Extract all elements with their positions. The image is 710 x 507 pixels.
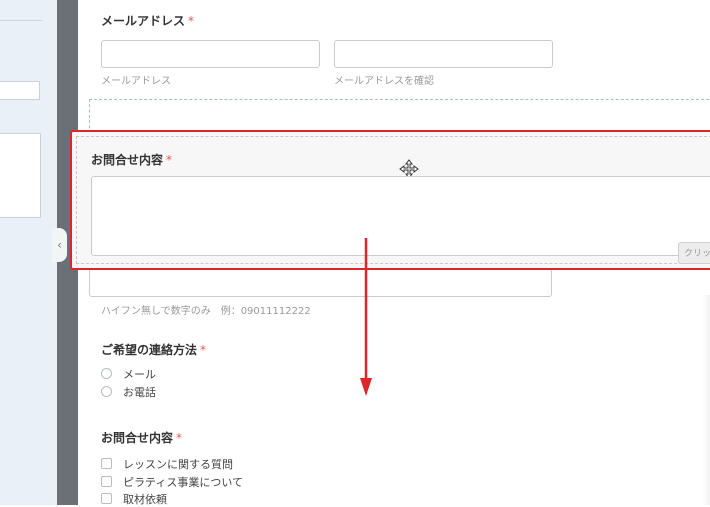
email-confirm-input[interactable] [334,40,553,68]
inquiry-type-checkbox-lesson[interactable] [101,458,112,469]
chevron-left-icon: ‹ [57,238,62,252]
phone-hint: ハイフン無しで数字のみ 例：09011112222 [101,306,311,317]
inquiry-type-checkbox-press[interactable] [101,493,112,504]
phone-input[interactable] [89,268,552,297]
left-panel [0,0,57,505]
required-mark: * [200,343,207,357]
inquiry-type-option-business: ピラティス事業について [123,476,244,489]
contact-method-radio-email[interactable] [101,368,112,379]
email-input[interactable] [101,40,320,68]
inquiry-type-option-lesson: レッスンに関する質問 [123,458,233,471]
left-panel-textarea[interactable] [0,133,41,218]
right-edge-shadow [702,295,710,505]
dragged-inquiry-block[interactable]: お問合せ内容* クリック [70,130,710,270]
left-panel-input[interactable] [0,81,40,100]
inquiry-type-label: お問合せ内容 * [101,431,183,445]
click-button[interactable]: クリック [678,242,710,264]
contact-method-option-email: メール [123,368,156,381]
email-hint: メールアドレス [101,76,171,87]
required-mark: * [188,14,195,28]
required-mark: * [166,153,173,167]
left-panel-divider [0,20,42,21]
collapse-panel-button[interactable]: ‹ [52,228,67,262]
inquiry-type-checkbox-business[interactable] [101,476,112,487]
contact-method-radio-phone[interactable] [101,386,112,397]
email-label: メールアドレス * [101,14,195,28]
email-confirm-hint: メールアドレスを確認 [334,76,434,87]
inquiry-block-label: お問合せ内容 * [91,153,173,167]
down-arrow-icon [360,238,372,396]
contact-method-label: ご希望の連絡方法 * [101,343,207,357]
required-mark: * [176,431,183,445]
inquiry-textarea[interactable] [91,176,710,256]
contact-method-option-phone: お電話 [123,386,156,399]
